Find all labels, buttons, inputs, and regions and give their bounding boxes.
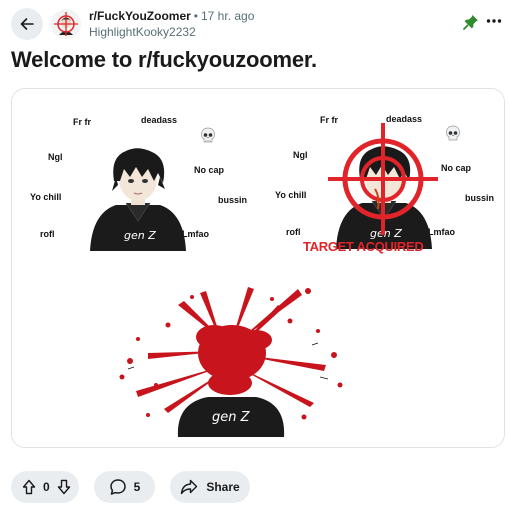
word-no-cap-right: No cap: [441, 163, 472, 173]
arrow-left-icon: [20, 18, 34, 30]
post-meta: r/FuckYouZoomer • 17 hr. ago: [89, 9, 254, 23]
share-icon: [181, 479, 198, 495]
word-ngl-right: Ngl: [293, 150, 308, 160]
comment-icon: [109, 479, 126, 495]
post-time: 17 hr. ago: [201, 9, 255, 23]
word-fr-fr: Fr fr: [73, 117, 91, 127]
vote-count: 0: [43, 480, 50, 494]
word-yo-chill: Yo chill: [30, 192, 62, 202]
zoomer-character-left: gen Z: [90, 148, 186, 251]
share-label: Share: [206, 480, 240, 494]
word-bussin-right: bussin: [465, 193, 495, 203]
upvote-button[interactable]: [20, 478, 38, 496]
shirt-text-bottom: gen Z: [212, 410, 251, 425]
target-acquired-text: TARGET ACQUIRED: [303, 239, 424, 254]
crosshair-icon: [328, 123, 438, 235]
skull-icon: [201, 127, 215, 143]
word-deadass: deadass: [141, 115, 178, 125]
post-title[interactable]: Welcome to r/fuckyouzoomer.: [11, 47, 317, 73]
back-button[interactable]: [11, 8, 43, 40]
more-options-button[interactable]: [484, 11, 504, 31]
downvote-button[interactable]: [55, 478, 73, 496]
word-rofl-right: rofl: [286, 227, 301, 237]
share-button[interactable]: Share: [170, 471, 250, 503]
post-image[interactable]: Fr fr deadass Ngl No cap Yo chill bussin…: [11, 88, 505, 448]
word-bussin: bussin: [218, 195, 248, 205]
blood-splatter-image: gen Z: [119, 287, 343, 437]
arrow-up-icon: [22, 479, 36, 495]
post-header: r/FuckYouZoomer • 17 hr. ago HighlightKook…: [0, 0, 509, 45]
vote-bar: 0: [11, 471, 79, 503]
word-no-cap: No cap: [194, 165, 225, 175]
word-ngl: Ngl: [48, 152, 63, 162]
comments-button[interactable]: 5: [94, 471, 155, 503]
shirt-text-left: gen Z: [124, 229, 156, 242]
skull-icon-right: [446, 125, 460, 141]
word-yo-chill-right: Yo chill: [275, 190, 307, 200]
word-rofl: rofl: [40, 229, 55, 239]
pin-icon: [462, 13, 480, 31]
arrow-down-icon: [57, 479, 70, 495]
subreddit-name[interactable]: r/FuckYouZoomer: [89, 9, 191, 23]
comment-count: 5: [133, 480, 141, 494]
author-name[interactable]: HighlightKooky2232: [89, 25, 196, 39]
meta-separator: •: [193, 9, 198, 23]
subreddit-avatar[interactable]: [51, 9, 81, 39]
more-horizontal-icon: [486, 19, 502, 23]
